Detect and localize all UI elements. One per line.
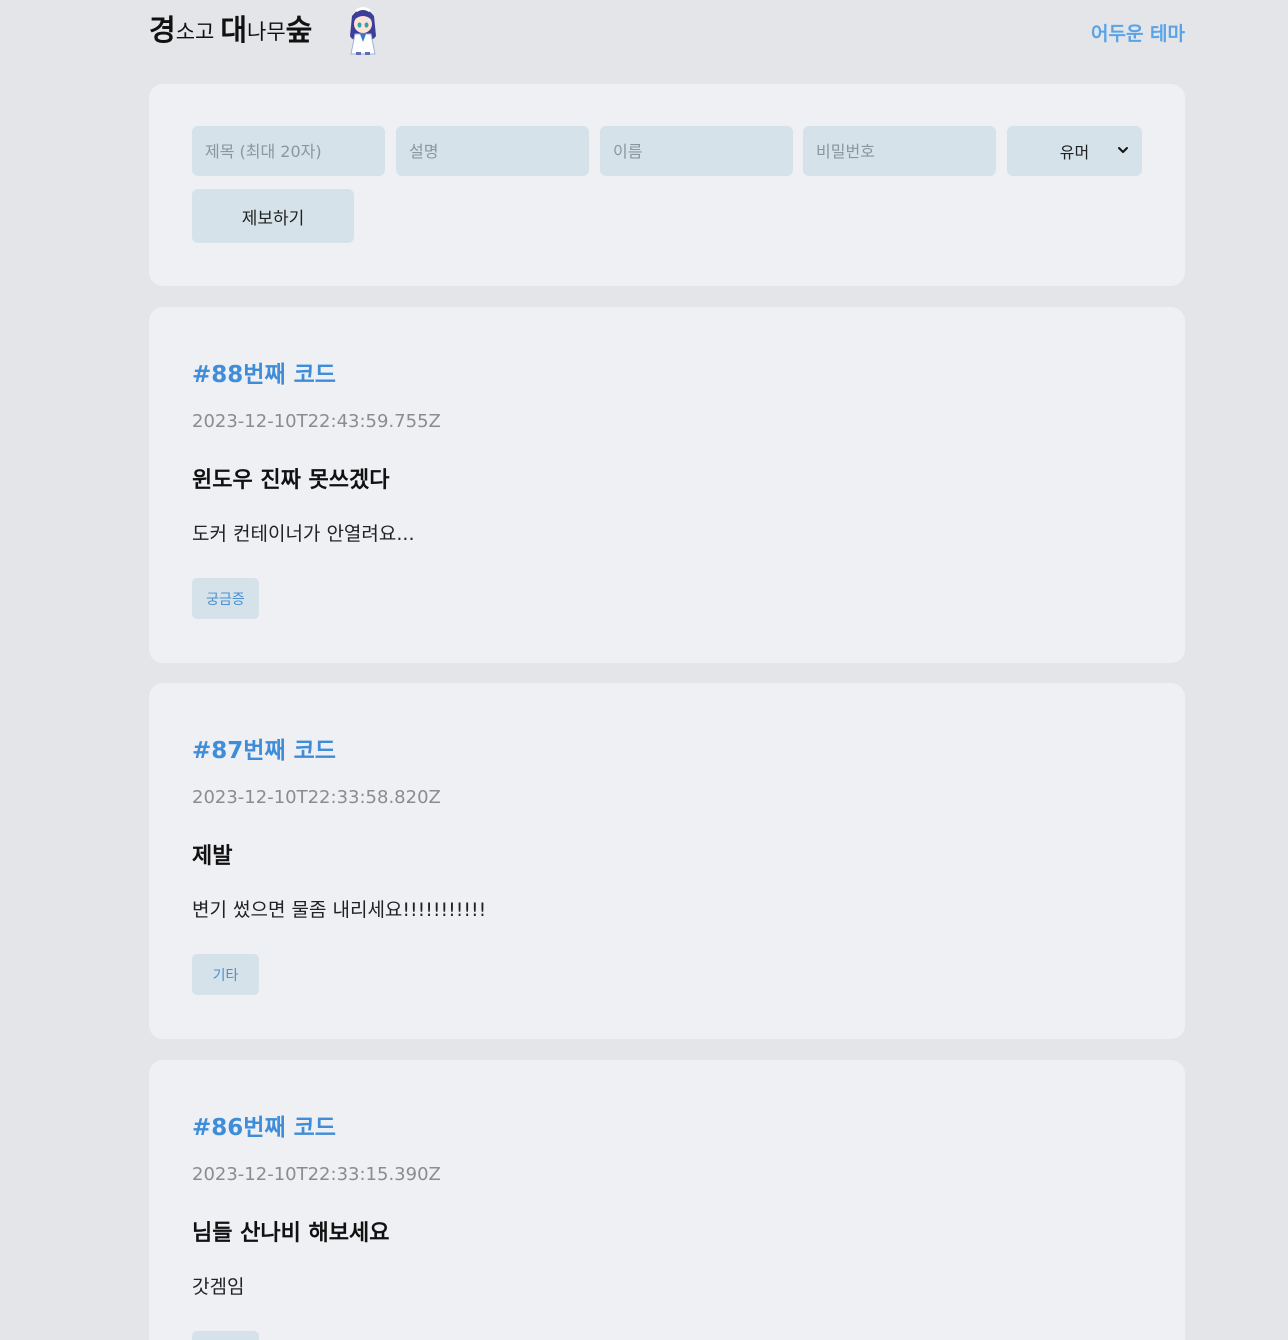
- post-description: 갓겜임: [192, 1276, 245, 1298]
- post-timestamp: 2023-12-10T22:43:59.755Z: [192, 411, 441, 432]
- description-input[interactable]: [396, 126, 589, 176]
- name-input[interactable]: [600, 126, 793, 176]
- submit-button[interactable]: 제보하기: [192, 189, 354, 243]
- post-timestamp: 2023-12-10T22:33:58.820Z: [192, 787, 441, 808]
- category-select[interactable]: 유머: [1007, 126, 1142, 176]
- logo-text: 나무: [247, 20, 286, 44]
- logo-char: 경: [149, 13, 176, 47]
- post-tag[interactable]: [192, 1331, 259, 1340]
- post-code-link[interactable]: #87번째 코드: [192, 731, 336, 765]
- site-logo[interactable]: 경 소고 대 나무 숲: [149, 10, 312, 50]
- post-code-link[interactable]: #86번째 코드: [192, 1108, 336, 1142]
- post-title: 윈도우 진짜 못쓰겠다: [192, 468, 390, 493]
- post-card: #88번째 코드 2023-12-10T22:43:59.755Z 윈도우 진짜…: [149, 307, 1185, 663]
- chevron-down-icon: [1118, 147, 1128, 153]
- dark-theme-toggle[interactable]: 어두운 테마: [1091, 19, 1185, 46]
- logo-char: 대: [220, 13, 248, 47]
- post-description: 변기 썼으면 물좀 내리세요!!!!!!!!!!!: [192, 899, 487, 921]
- password-input[interactable]: [803, 126, 996, 176]
- site-header: 경 소고 대 나무 숲 어두운 테마: [149, 0, 1185, 64]
- post-timestamp: 2023-12-10T22:33:15.390Z: [192, 1164, 441, 1185]
- post-description: 도커 컨테이너가 안열려요...: [192, 523, 415, 545]
- title-input[interactable]: [192, 126, 385, 176]
- page: 경 소고 대 나무 숲 어두운 테마 유머: [0, 0, 1288, 1340]
- logo-char: 숲: [285, 13, 313, 47]
- post-tag[interactable]: 기타: [192, 954, 259, 995]
- post-title: 님들 산나비 해보세요: [192, 1221, 390, 1246]
- category-selected-value: 유머: [1059, 143, 1090, 162]
- anime-mascot-icon: [350, 7, 376, 55]
- post-card: #87번째 코드 2023-12-10T22:33:58.820Z 제발 변기 …: [149, 683, 1185, 1039]
- post-title: 제발: [192, 844, 233, 869]
- post-code-link[interactable]: #88번째 코드: [192, 355, 336, 389]
- post-tag[interactable]: 궁금증: [192, 578, 259, 619]
- submission-form: 유머 제보하기: [149, 84, 1185, 286]
- logo-text: 소고: [175, 20, 215, 44]
- post-card: #86번째 코드 2023-12-10T22:33:15.390Z 님들 산나비…: [149, 1060, 1185, 1340]
